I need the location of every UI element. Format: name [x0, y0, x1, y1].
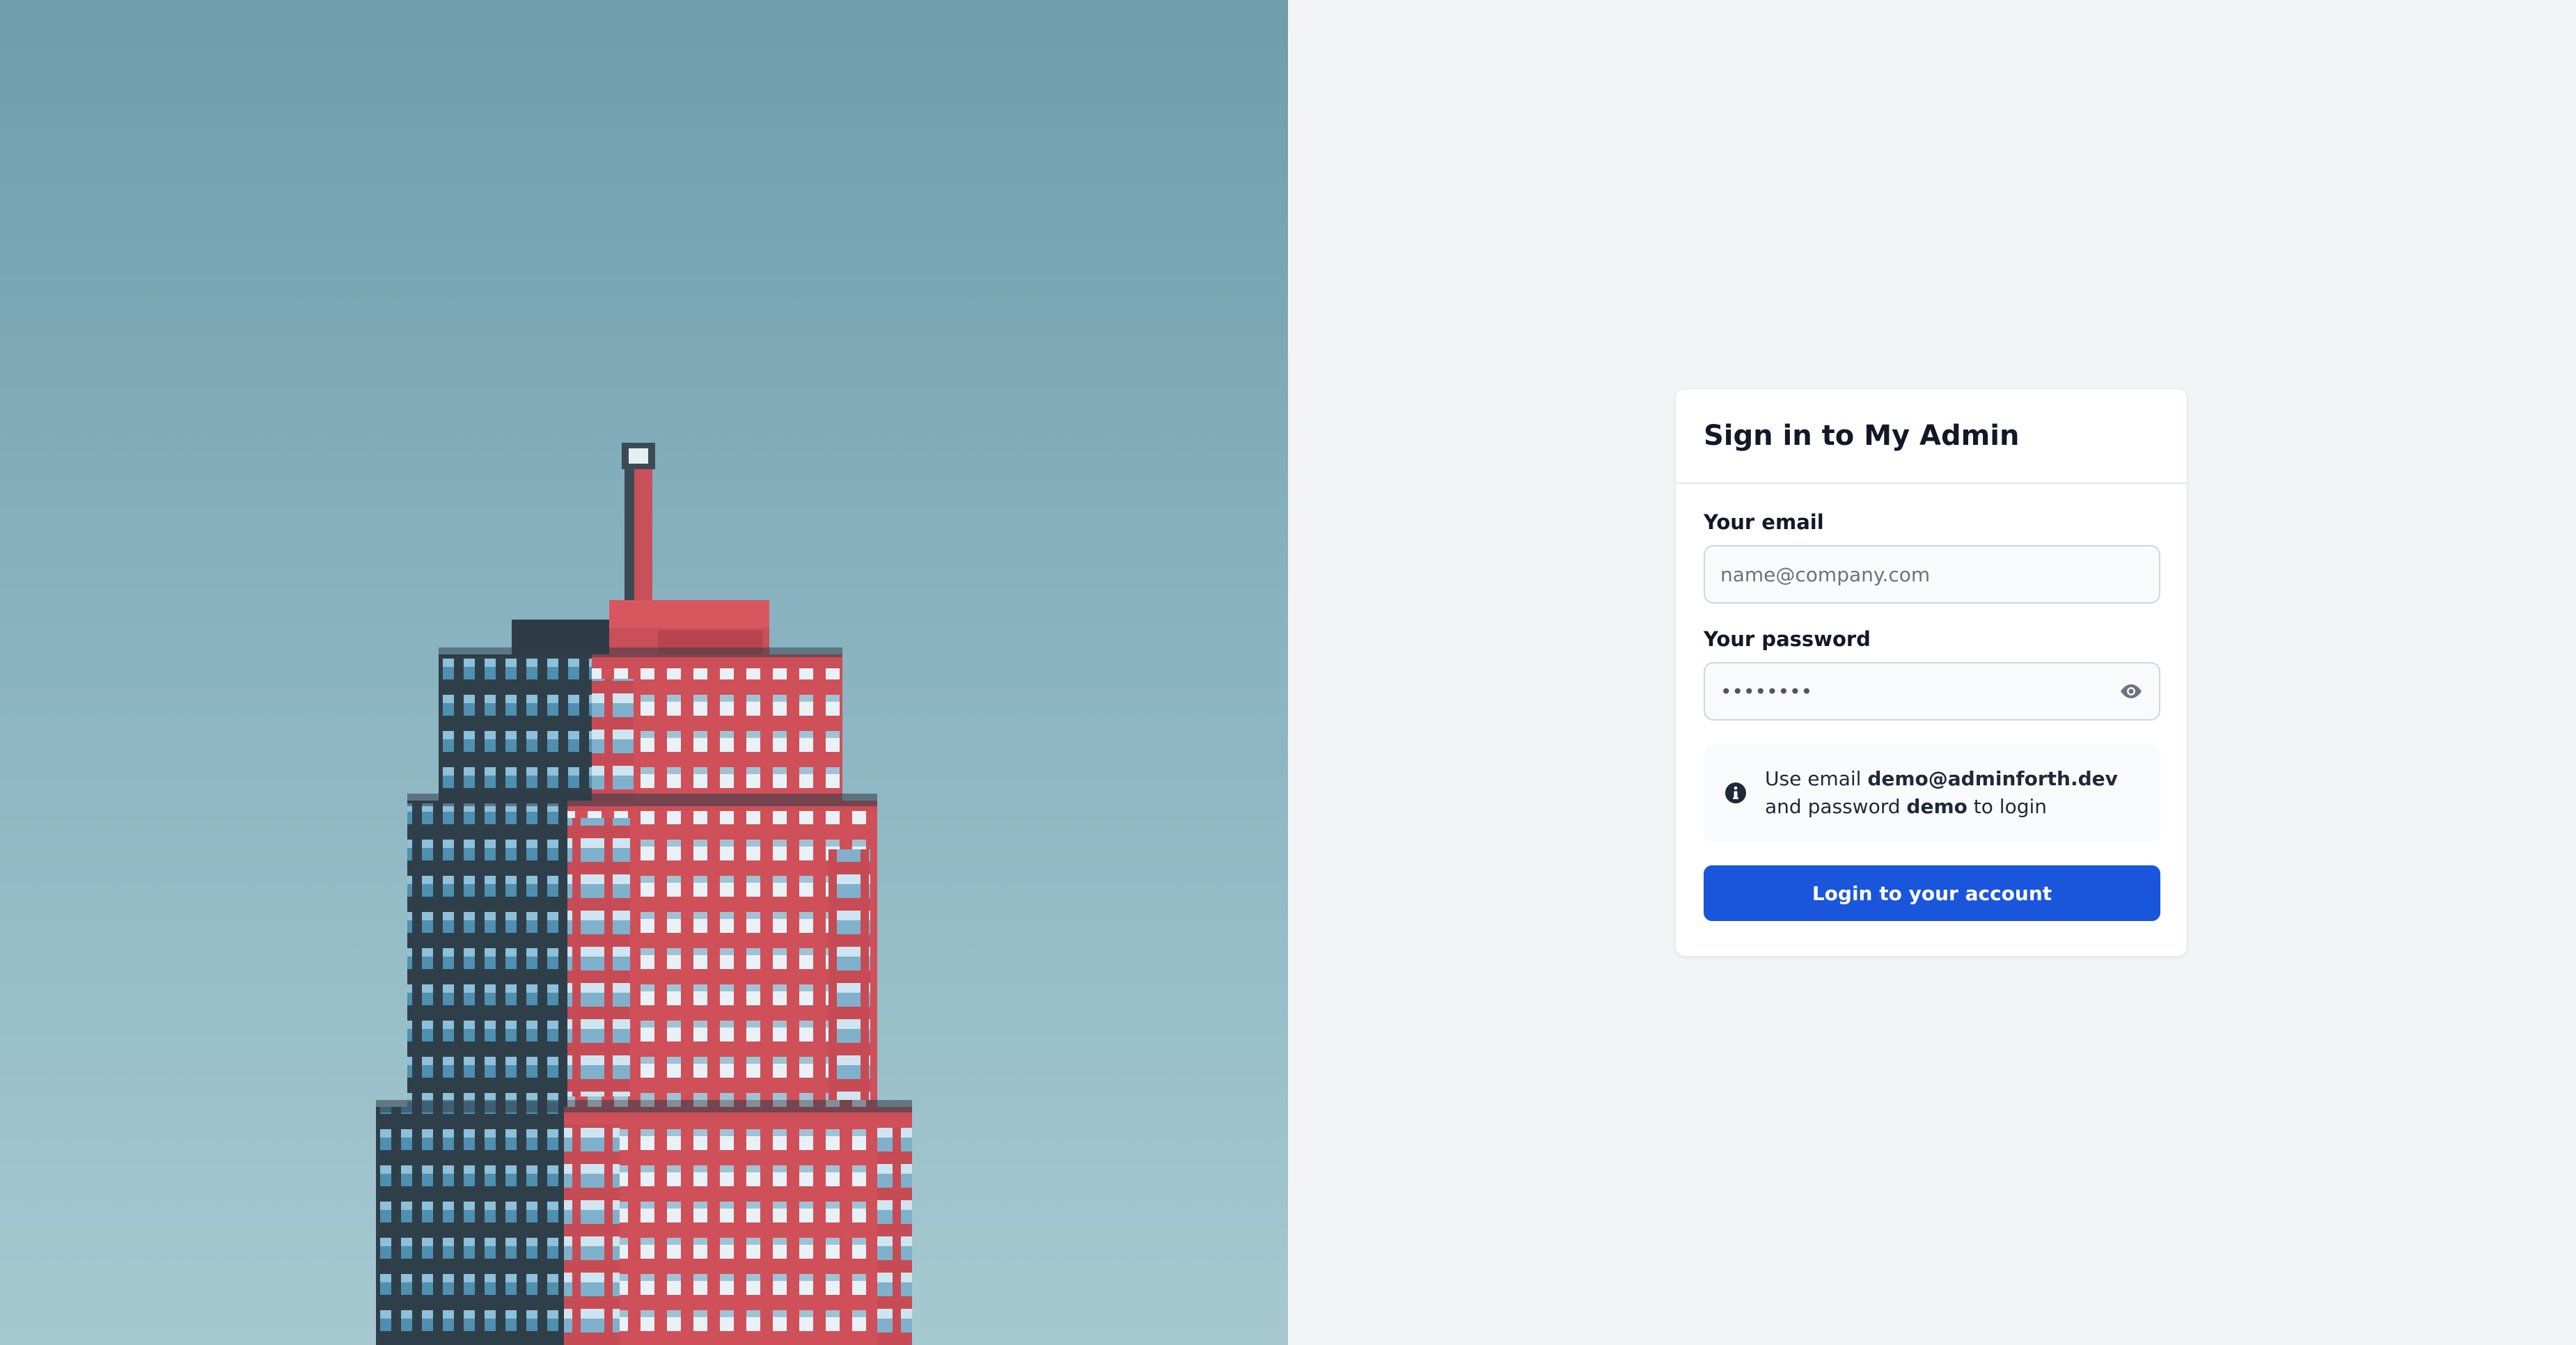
page-title: Sign in to My Admin — [1704, 420, 2020, 452]
password-label: Your password — [1704, 627, 1871, 651]
hero-image — [0, 0, 1288, 1345]
notice-text: Use email demo@adminforth.dev and passwo… — [1765, 765, 2139, 821]
email-field[interactable] — [1704, 545, 2160, 604]
email-field-wrapper — [1704, 545, 2160, 604]
demo-email: demo@adminforth.dev — [1867, 767, 2118, 790]
password-field-wrapper — [1704, 662, 2160, 721]
login-page: Sign in to My Admin Your email Your pass… — [0, 0, 2576, 1345]
notice-suffix: to login — [1967, 795, 2047, 818]
demo-password: demo — [1906, 795, 1968, 818]
login-form: Your email Your password — [1676, 484, 2187, 921]
notice-middle: and password — [1765, 795, 1907, 818]
login-button[interactable]: Login to your account — [1704, 865, 2160, 921]
eye-icon[interactable] — [2116, 676, 2146, 707]
email-label: Your email — [1704, 510, 1824, 534]
info-circle-icon — [1725, 782, 1746, 803]
password-field[interactable] — [1704, 662, 2160, 721]
login-card: Sign in to My Admin Your email Your pass… — [1675, 388, 2188, 957]
building-illustration — [376, 443, 912, 1345]
login-panel: Sign in to My Admin Your email Your pass… — [1288, 0, 2576, 1345]
notice-prefix: Use email — [1765, 767, 1868, 790]
demo-credentials-notice: Use email demo@adminforth.dev and passwo… — [1704, 744, 2160, 842]
card-header: Sign in to My Admin — [1676, 389, 2187, 484]
